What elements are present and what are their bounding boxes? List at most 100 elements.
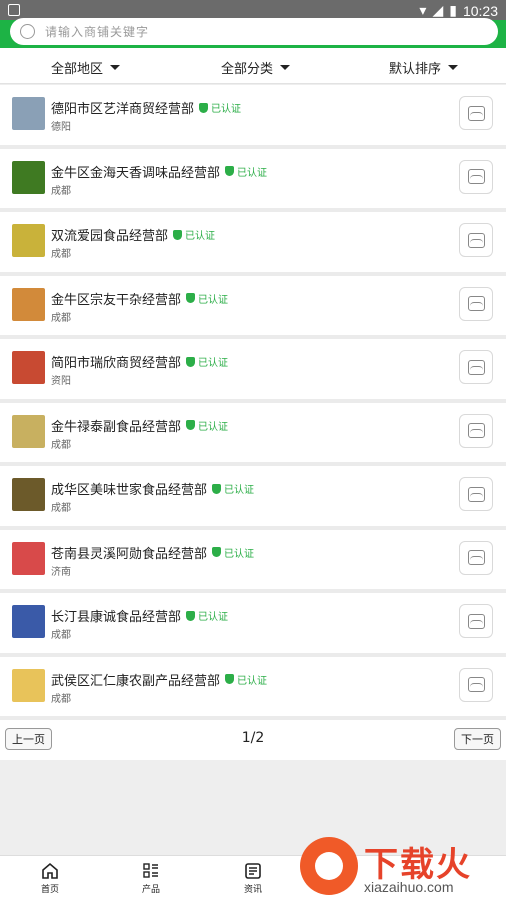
caret-down-icon	[280, 65, 291, 70]
filter-label: 默认排序	[389, 62, 442, 77]
wifi-icon: ▾	[419, 2, 427, 18]
shop-card[interactable]: 简阳市瑞欣商贸经营部 已认证 资阳	[0, 339, 506, 403]
shop-card[interactable]: 双流爱园食品经营部 已认证成都	[0, 212, 506, 276]
verified-shield-icon	[212, 483, 222, 494]
verified-label: 已认证	[237, 167, 268, 179]
shop-city: 成都	[51, 185, 71, 197]
verified-label: 已认证	[237, 675, 268, 687]
shop-name: 德阳市区艺洋商贸经营部	[51, 102, 195, 117]
shop-card[interactable]: 金牛区宗友干杂经营部 已认证成都	[0, 275, 506, 339]
shop-card[interactable]: 德阳市区艺洋商贸经营部 已认证德阳	[0, 85, 506, 149]
shop-name: 金牛区金海天香调味品经营部	[51, 165, 221, 181]
pagination: 上一页 1/2 下一页	[0, 720, 506, 760]
shop-thumbnail	[12, 287, 45, 321]
shop-thumbnail	[12, 97, 45, 130]
store-icon	[467, 296, 485, 311]
shop-thumbnail	[12, 541, 45, 575]
store-button[interactable]	[459, 477, 493, 511]
store-icon	[467, 232, 485, 248]
shop-city: 成都	[51, 249, 71, 260]
shop-thumbnail	[12, 414, 45, 448]
shop-name-row: 双流爱园食品经营部 已认证	[51, 225, 215, 244]
shop-city: 资阳	[51, 376, 71, 387]
news-icon	[244, 862, 262, 880]
filter-category[interactable]: 全部分类	[221, 58, 291, 77]
home-icon	[41, 862, 59, 880]
tab-home[interactable]: 首页	[20, 862, 80, 895]
shop-name-row: 德阳市区艺洋商贸经营部 已认证	[51, 98, 241, 117]
shop-thumbnail	[12, 351, 45, 384]
shop-name: 长汀县康诚食品经营部	[51, 610, 182, 625]
shop-card[interactable]: 成华区美味世家食品经营部 已认证成都	[0, 466, 506, 530]
grid-list-icon	[142, 862, 160, 880]
shop-card[interactable]: 苍南县灵溪阿勋食品经营部 已认证济南	[0, 529, 506, 593]
search-icon	[20, 24, 35, 39]
search-input[interactable]: 请输入商铺关键字	[10, 18, 498, 45]
verified-label: 已认证	[198, 612, 229, 623]
filter-label: 全部地区	[51, 62, 104, 77]
store-icon	[467, 677, 485, 692]
watermark-url: xiazaihuo.com	[364, 879, 454, 895]
store-button[interactable]	[459, 413, 493, 448]
shop-city: 成都	[51, 312, 71, 324]
verified-label: 已认证	[198, 421, 229, 433]
status-bar: ▾ ◢ ▮ 10:23	[0, 0, 506, 20]
shop-name: 简阳市瑞欣商贸经营部	[51, 356, 182, 371]
shop-name-row: 武侯区汇仁康农副产品经营部 已认证	[51, 670, 267, 689]
battery-icon: ▮	[449, 2, 457, 18]
shop-list: 德阳市区艺洋商贸经营部 已认证 德阳 金牛区金海天香调味品经营部 已认证 成都 双流爱园食品…	[0, 85, 506, 720]
verified-shield-icon	[225, 674, 235, 684]
filter-region[interactable]: 全部地区	[51, 58, 121, 77]
verified-shield-icon	[212, 547, 222, 557]
shop-thumbnail	[12, 224, 45, 257]
shop-card[interactable]: 金牛区金海天香调味品经营部 已认证成都	[0, 148, 506, 212]
tab-label: 资讯	[243, 885, 262, 895]
verified-shield-icon	[225, 166, 235, 176]
verified-label: 已认证	[224, 485, 255, 496]
shop-name-row: 苍南县灵溪阿勋食品经营部 已认证	[51, 543, 254, 562]
filter-sort[interactable]: 默认排序	[389, 58, 459, 77]
signal-icon: ◢	[432, 2, 444, 18]
store-button[interactable]	[459, 223, 493, 257]
shop-name-row: 金牛区金海天香调味品经营部 已认证	[51, 162, 267, 181]
shop-name: 武侯区汇仁康农副产品经营部	[51, 673, 221, 689]
verified-shield-icon	[186, 356, 196, 367]
store-button[interactable]	[459, 350, 493, 384]
filter-label: 全部分类	[221, 62, 274, 77]
shop-city: 成都	[51, 503, 71, 514]
verified-shield-icon	[199, 102, 209, 113]
shop-thumbnail	[12, 605, 45, 638]
shop-city: 济南	[51, 566, 71, 578]
verified-shield-icon	[173, 229, 183, 240]
shop-card[interactable]: 金牛禄泰副食品经营部 已认证 成都	[0, 402, 506, 466]
watermark-logo-icon	[300, 837, 358, 895]
store-icon	[467, 486, 485, 502]
watermark: 下载火 xiazaihuo.com	[300, 835, 506, 900]
store-button[interactable]	[459, 540, 493, 575]
store-button[interactable]	[459, 286, 493, 321]
tab-news[interactable]: 资讯	[223, 862, 283, 895]
shop-name-row: 成华区美味世家食品经营部 已认证	[51, 479, 254, 498]
next-page-button[interactable]: 下一页	[454, 728, 501, 750]
store-button[interactable]	[459, 667, 493, 702]
shop-name-row: 金牛区宗友干杂经营部 已认证	[51, 289, 228, 308]
tab-label: 首页	[40, 885, 59, 895]
shop-card[interactable]: 长汀县康诚食品经营部 已认证成都	[0, 593, 506, 657]
shop-city: 德阳	[51, 122, 71, 133]
tab-products[interactable]: 产品	[121, 862, 181, 895]
store-icon	[467, 359, 485, 375]
shop-thumbnail	[12, 668, 45, 702]
shop-name-row: 长汀县康诚食品经营部 已认证	[51, 606, 228, 625]
verified-label: 已认证	[211, 104, 242, 115]
store-button[interactable]	[459, 604, 493, 638]
store-button[interactable]	[459, 96, 493, 130]
store-button[interactable]	[459, 159, 493, 194]
store-icon	[467, 613, 485, 629]
caret-down-icon	[448, 65, 459, 70]
shop-card[interactable]: 武侯区汇仁康农副产品经营部 已认证 成都	[0, 656, 506, 720]
notification-icon	[8, 4, 20, 16]
shop-city: 成都	[51, 630, 71, 641]
search-placeholder: 请输入商铺关键字	[45, 25, 150, 39]
store-icon	[467, 169, 485, 184]
filter-bar: 全部地区 全部分类 默认排序	[0, 48, 506, 84]
